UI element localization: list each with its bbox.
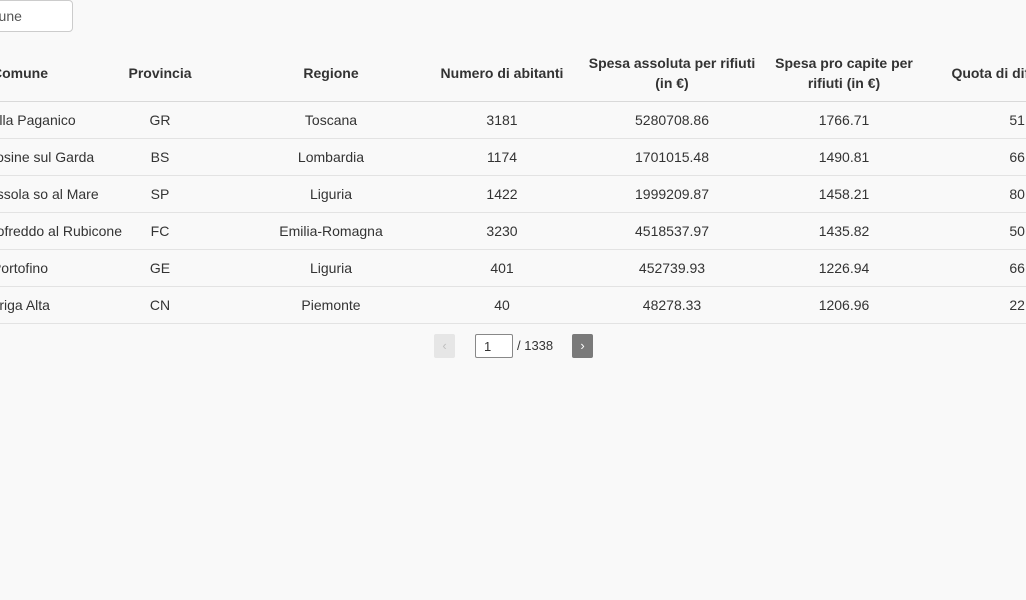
cell-regione: Liguria: [240, 249, 422, 287]
cell-quota: 22,0: [926, 286, 1026, 324]
column-header-comune[interactable]: Comune: [0, 44, 80, 102]
cell-comune: Tremosine sul Garda: [0, 138, 94, 176]
cell-spesa-assoluta: 4518537.97: [582, 212, 762, 250]
column-header-regione[interactable]: Regione: [240, 44, 422, 102]
search-box: [0, 0, 73, 32]
pagination: ‹ / 1338 ›: [0, 334, 1026, 358]
cell-provincia: SP: [80, 175, 240, 213]
cell-comune: Bonassola so al Mare: [0, 175, 99, 213]
cell-provincia: GR: [80, 101, 240, 139]
table-row: Bonassola so al Mare SP Liguria 1422 199…: [0, 175, 1026, 213]
cell-regione: Piemonte: [240, 286, 422, 324]
cell-abitanti: 3230: [422, 212, 582, 250]
table-body: Civitella Paganico GR Toscana 3181 52807…: [0, 101, 1026, 324]
cell-provincia: GE: [80, 249, 240, 287]
previous-page-button[interactable]: ‹: [434, 334, 455, 358]
cell-spesa-pro-capite: 1206.96: [762, 286, 926, 324]
cell-spesa-assoluta: 1701015.48: [582, 138, 762, 176]
page-total-label: / 1338: [517, 338, 554, 353]
column-header-spesa-assoluta[interactable]: Spesa assoluta per rifiuti (in €): [582, 44, 762, 102]
cell-abitanti: 3181: [422, 101, 582, 139]
table-row: Briga Alta CN Piemonte 40 48278.33 1206.…: [0, 286, 1026, 324]
cell-comune: Portofino: [0, 249, 80, 287]
table-row: Civitella Paganico GR Toscana 3181 52807…: [0, 101, 1026, 139]
cell-quota: 66,5: [926, 249, 1026, 287]
cell-regione: Toscana: [240, 101, 422, 139]
table-row: Tremosine sul Garda BS Lombardia 1174 17…: [0, 138, 1026, 176]
page-number-input[interactable]: [475, 334, 513, 358]
next-page-button[interactable]: ›: [572, 334, 593, 358]
cell-regione: Emilia-Romagna: [240, 212, 422, 250]
cell-comune: Roncofreddo al Rubicone: [0, 212, 122, 250]
cell-spesa-assoluta: 48278.33: [582, 286, 762, 324]
cell-abitanti: 1422: [422, 175, 582, 213]
cell-spesa-pro-capite: 1490.81: [762, 138, 926, 176]
cell-spesa-pro-capite: 1766.71: [762, 101, 926, 139]
cell-regione: Liguria: [240, 175, 422, 213]
cell-comune: Civitella Paganico: [0, 101, 80, 139]
cell-quota: 80,7: [926, 175, 1026, 213]
table-row: Roncofreddo al Rubicone FC Emilia-Romagn…: [0, 212, 1026, 250]
cell-quota: 66,7: [926, 138, 1026, 176]
table-header: Comune Provincia Regione Numero di abita…: [0, 44, 1026, 102]
cell-abitanti: 401: [422, 249, 582, 287]
cell-quota: 51,3: [926, 101, 1026, 139]
cell-provincia: BS: [80, 138, 240, 176]
app-viewport: Comune Provincia Regione Numero di abita…: [0, 0, 1026, 600]
cell-quota: 50,8: [926, 212, 1026, 250]
cell-spesa-assoluta: 5280708.86: [582, 101, 762, 139]
cell-regione: Lombardia: [240, 138, 422, 176]
cell-spesa-pro-capite: 1435.82: [762, 212, 926, 250]
column-header-spesa-pro-capite[interactable]: Spesa pro capite per rifiuti (in €): [762, 44, 926, 102]
cell-abitanti: 1174: [422, 138, 582, 176]
header-row: Comune Provincia Regione Numero di abita…: [0, 44, 1026, 102]
cell-spesa-pro-capite: 1458.21: [762, 175, 926, 213]
table-row: Portofino GE Liguria 401 452739.93 1226.…: [0, 249, 1026, 287]
waste-spending-table: Comune Provincia Regione Numero di abita…: [0, 44, 1026, 324]
cell-spesa-assoluta: 452739.93: [582, 249, 762, 287]
cell-provincia: CN: [80, 286, 240, 324]
cell-spesa-pro-capite: 1226.94: [762, 249, 926, 287]
column-header-provincia[interactable]: Provincia: [80, 44, 240, 102]
comune-search-input[interactable]: [0, 1, 72, 31]
cell-abitanti: 40: [422, 286, 582, 324]
cell-spesa-assoluta: 1999209.87: [582, 175, 762, 213]
column-header-abitanti[interactable]: Numero di abitanti: [422, 44, 582, 102]
column-header-quota[interactable]: Quota di differenziata: [926, 44, 1026, 102]
cell-comune: Briga Alta: [0, 286, 80, 324]
